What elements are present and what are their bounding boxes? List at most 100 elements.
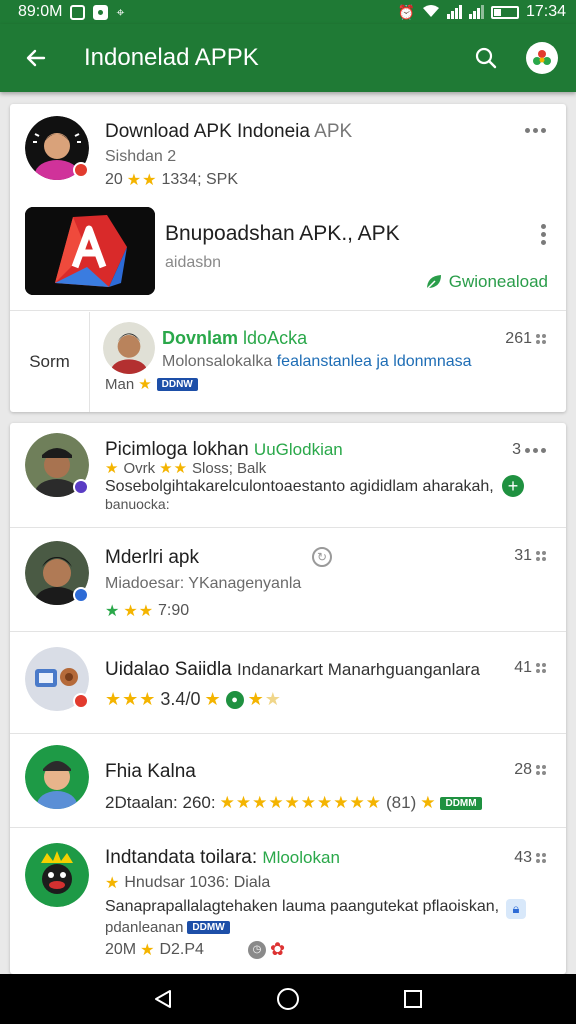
item-count-value: 3 [512, 441, 521, 458]
feature-meta: Man ★ DDNW [105, 375, 198, 393]
star-icon: ★ [140, 941, 156, 959]
item-count-value: 41 [514, 659, 532, 676]
system-navigation-bar [0, 974, 576, 1024]
avatar[interactable] [25, 843, 89, 907]
grid-dots-icon[interactable] [536, 551, 546, 561]
item-sub: ★ Hnudsar 1036: Diala [105, 873, 270, 893]
wifi-icon [422, 4, 440, 20]
item-rating-value: 7:90 [158, 602, 190, 619]
search-icon[interactable] [468, 40, 504, 76]
plus-circle-icon[interactable]: + [502, 475, 524, 497]
feature-title-b: ldoAcka [243, 328, 308, 348]
side-label[interactable]: Sorm [10, 312, 90, 412]
item-count-value: 28 [514, 761, 532, 778]
item-title-a: Picimloga lokhan [105, 439, 249, 460]
clock-icon: ◷ [247, 940, 266, 959]
notification-location-icon: ⌖ [116, 4, 125, 20]
alarm-icon: ⏰ [397, 4, 415, 20]
rating-stars-icon: ★★ [123, 603, 155, 620]
account-avatar-icon[interactable] [526, 42, 558, 74]
more-vertical-icon[interactable] [541, 224, 546, 245]
item-count: 28 [514, 761, 546, 779]
app-title: Bnupoadshan APK., APK [165, 222, 400, 245]
item-meta-a: 20M [105, 940, 137, 958]
avatar[interactable] [25, 541, 89, 615]
status-badge [73, 162, 89, 178]
item-title: Indtandata toilara: Mloolokan [105, 847, 340, 869]
item-sub-b: Sloss; Balk [192, 459, 267, 477]
feature-meta-text: Man [105, 375, 135, 393]
header-meta-prefix: 20 [105, 171, 123, 188]
app-bar: Indonelad APPK [0, 24, 576, 92]
item-count-value: 31 [514, 547, 532, 564]
item-meta-b: (81) [386, 793, 417, 812]
status-badge [73, 479, 89, 495]
grid-dots-icon[interactable] [536, 663, 546, 673]
status-time-right: 17:34 [525, 3, 566, 20]
avatar[interactable] [25, 647, 89, 711]
back-triangle-icon[interactable] [145, 981, 181, 1017]
header-title-suffix: APK [314, 121, 353, 142]
download-link[interactable]: Gwioneaload [425, 272, 548, 292]
app-logo-icon[interactable] [25, 207, 155, 295]
list-item[interactable]: Fhia Kalna 2Dtaalan: 260: ★★★★★★★★★★ (81… [10, 733, 566, 827]
list-item[interactable]: Mderlri apk ↻ Miadoesar: YKanagenyanla ★… [10, 527, 566, 631]
list-item[interactable]: Picimloga lokhan UuGlodkian ★ Ovrk ★★ Sl… [10, 423, 566, 527]
sync-icon[interactable]: ↻ [312, 547, 332, 567]
featured-card: Download APK Indoneia APK Sishdan 2 20 ★… [10, 104, 566, 412]
feature-pill: DDNW [156, 377, 198, 391]
lock-icon[interactable]: 🔒︎ [506, 899, 526, 919]
item-meta-b: D2.P4 [159, 940, 204, 958]
item-rating-value: 3.4/0 [160, 689, 201, 709]
grid-dots-icon[interactable] [536, 765, 546, 775]
item-title-a: Uidalao Saiidla [105, 659, 232, 680]
item-meta: 2Dtaalan: 260: ★★★★★★★★★★ (81) ★ DDMM [105, 793, 482, 813]
item-rating: ★★★ 3.4/0 ★ ● ★★ [105, 689, 282, 710]
more-horizontal-icon[interactable] [525, 447, 546, 453]
signal-icon [446, 5, 462, 19]
download-label: Gwioneaload [448, 272, 548, 291]
item-desc2: banuocka: [105, 496, 170, 512]
avatar[interactable] [25, 116, 89, 188]
notification-image-icon [93, 4, 109, 20]
header-subtitle: Sishdan 2 [105, 148, 177, 165]
header-title: Download APK Indoneia APK [105, 121, 352, 143]
badge-icon: ● [225, 690, 244, 709]
item-rating: ★ ★★ 7:90 [105, 601, 189, 621]
grid-dots-icon[interactable] [536, 334, 546, 344]
item-count: 41 [514, 659, 546, 677]
item-title-b: Indanarkart Manarhguanganlara [237, 660, 480, 679]
item-desc: Sosebolgihtakarelculontoaestanto agididl… [105, 478, 494, 495]
item-title-b: Mloolokan [262, 848, 340, 867]
avatar[interactable] [25, 745, 89, 819]
item-title-a: Indtandata toilara: [105, 847, 258, 868]
list-item[interactable]: Uidalao Saiidla Indanarkart Manarhguanga… [10, 631, 566, 733]
item-title: Picimloga lokhan UuGlodkian [105, 439, 343, 461]
home-circle-icon[interactable] [270, 981, 306, 1017]
item-pill: DDMW [187, 921, 230, 934]
app-subtitle: aidasbn [165, 254, 222, 271]
status-time-left: 89:0M [18, 3, 63, 20]
header-meta-suffix: 1334; SPK [161, 171, 238, 188]
grid-dots-icon[interactable] [536, 853, 546, 863]
item-sub-a: Ovrk [123, 459, 156, 477]
flower-icon: ✿ [269, 939, 286, 959]
avatar[interactable] [25, 433, 89, 507]
star-icon: ★ [105, 460, 120, 477]
feature-title-a: Dovnlam [162, 328, 239, 348]
battery-icon [490, 5, 519, 19]
rating-stars-icon: ★★ [159, 460, 189, 477]
notification-app-icon [70, 4, 86, 20]
star-icon: ★ [204, 689, 222, 709]
star-icon: ★ [420, 793, 437, 812]
more-horizontal-icon[interactable] [525, 128, 546, 133]
leaf-icon [426, 275, 441, 290]
arrow-left-icon[interactable] [18, 40, 54, 76]
list-item[interactable]: Indtandata toilara: Mloolokan ★ Hnudsar … [10, 827, 566, 974]
feature-title: Dovnlam ldoAcka [162, 328, 307, 349]
item-count-value: 43 [514, 849, 532, 866]
status-bar: 89:0M ⌖ ⏰ 17:34 [0, 0, 576, 24]
feature-avatar[interactable] [103, 322, 155, 383]
recents-square-icon[interactable] [395, 981, 431, 1017]
item-sub: Miadoesar: YKanagenyanla [105, 575, 302, 592]
